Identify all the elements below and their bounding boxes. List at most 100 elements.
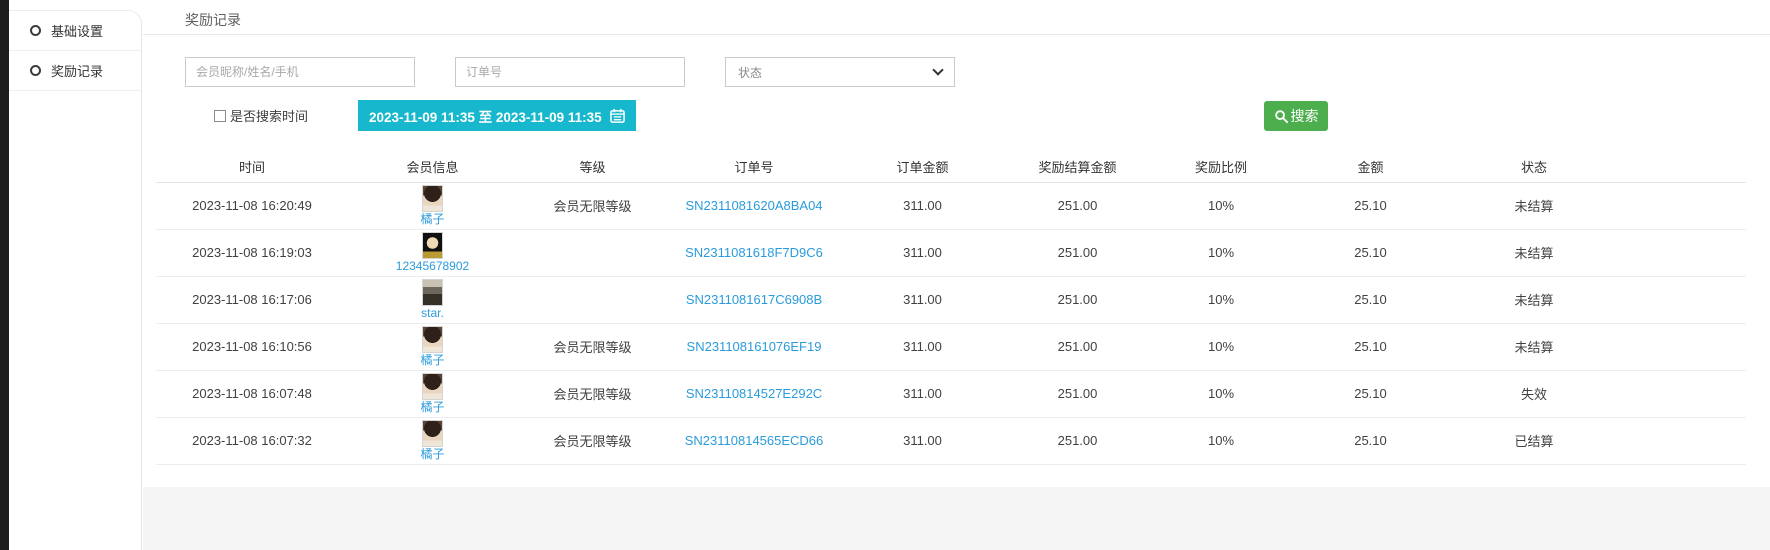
member-info: 橘子 — [348, 326, 517, 367]
cell-status: 未结算 — [1449, 229, 1619, 276]
avatar[interactable] — [422, 326, 443, 353]
cell-reward-ratio: 10% — [1150, 370, 1292, 417]
spacer-cell — [1619, 417, 1746, 464]
cell-reward-ratio: 10% — [1150, 229, 1292, 276]
cell-reward-ratio: 10% — [1150, 182, 1292, 229]
avatar[interactable] — [422, 279, 443, 306]
member-name-link[interactable]: star. — [421, 307, 444, 320]
cell-time: 2023-11-08 16:07:48 — [156, 370, 348, 417]
cell-order-amount: 311.00 — [840, 370, 1005, 417]
table-row: 2023-11-08 16:20:49橘子会员无限等级SN2311081620A… — [156, 182, 1746, 229]
cell-amount: 25.10 — [1292, 229, 1449, 276]
cell-status: 未结算 — [1449, 182, 1619, 229]
cell-level: 会员无限等级 — [517, 323, 668, 370]
cell-amount: 25.10 — [1292, 417, 1449, 464]
chevron-down-icon — [932, 64, 943, 75]
cell-amount: 25.10 — [1292, 182, 1449, 229]
member-name-link[interactable]: 12345678902 — [396, 260, 469, 273]
order-no-link[interactable]: SN231108161076EF19 — [687, 339, 822, 354]
cell-level: 会员无限等级 — [517, 182, 668, 229]
avatar[interactable] — [422, 232, 443, 259]
date-range-button[interactable]: 2023-11-09 11:35 至 2023-11-09 11:35 — [358, 100, 636, 131]
search-icon — [1274, 109, 1289, 124]
spacer-cell — [1619, 323, 1746, 370]
left-accent-strip — [0, 0, 9, 550]
cell-reward-ratio: 10% — [1150, 323, 1292, 370]
page: 基础设置 奖励记录 奖励记录 状态 是否搜索时间 2023-11-09 11:3… — [0, 0, 1770, 550]
cell-level: 会员无限等级 — [517, 370, 668, 417]
member-info: 橘子 — [348, 420, 517, 461]
status-select-value: 状态 — [738, 64, 762, 81]
column-header: 等级 — [517, 152, 668, 182]
cell-member: star. — [348, 276, 517, 323]
avatar[interactable] — [422, 420, 443, 447]
column-header: 订单号 — [668, 152, 840, 182]
order-no-link[interactable]: SN23110814565ECD66 — [685, 433, 824, 448]
table-row: 2023-11-08 16:19:03 12345678902 SN23110816… — [156, 229, 1746, 276]
cell-order-no: SN23110814527E292C — [668, 370, 840, 417]
member-name-link[interactable]: 橘子 — [420, 213, 444, 226]
avatar[interactable] — [422, 185, 443, 212]
radio-circle-icon — [30, 25, 41, 36]
cell-order-amount: 311.00 — [840, 182, 1005, 229]
search-button-label: 搜索 — [1291, 106, 1319, 126]
cell-reward-settle-amount: 251.00 — [1005, 229, 1150, 276]
order-no-link[interactable]: SN2311081618F7D9C6 — [685, 245, 823, 260]
column-header: 奖励比例 — [1150, 152, 1292, 182]
table-row: 2023-11-08 16:10:56 橘子 会员无限等级 SN23110816107… — [156, 323, 1746, 370]
spacer-cell — [1619, 182, 1746, 229]
member-name-link[interactable]: 橘子 — [420, 448, 444, 461]
date-range-text: 2023-11-09 11:35 至 2023-11-09 11:35 — [369, 106, 602, 126]
order-no-link[interactable]: SN2311081620A8BA04 — [685, 198, 822, 213]
cell-level: 会员无限等级 — [517, 417, 668, 464]
order-no-link[interactable]: SN2311081617C6908B — [686, 292, 822, 307]
cell-reward-settle-amount: 251.00 — [1005, 370, 1150, 417]
avatar[interactable] — [422, 373, 443, 400]
spacer-cell — [1619, 229, 1746, 276]
search-time-checkbox[interactable] — [214, 110, 226, 122]
cell-order-amount: 311.00 — [840, 229, 1005, 276]
cell-time: 2023-11-08 16:10:56 — [156, 323, 348, 370]
search-time-toggle[interactable]: 是否搜索时间 — [214, 106, 308, 125]
cell-member: 橘子 — [348, 417, 517, 464]
sidebar: 基础设置 奖励记录 — [9, 10, 142, 550]
bottom-background-strip — [143, 487, 1770, 550]
cell-order-no: SN2311081620A8BA04 — [668, 182, 840, 229]
sidebar-item-basic-settings[interactable]: 基础设置 — [9, 11, 141, 51]
cell-reward-settle-amount: 251.00 — [1005, 182, 1150, 229]
order-no-link[interactable]: SN23110814527E292C — [686, 386, 822, 401]
cell-status: 未结算 — [1449, 323, 1619, 370]
sidebar-item-label: 基础设置 — [51, 21, 103, 40]
column-header: 状态 — [1449, 152, 1619, 182]
member-info: 橘子 — [348, 373, 517, 414]
cell-time: 2023-11-08 16:19:03 — [156, 229, 348, 276]
cell-amount: 25.10 — [1292, 323, 1449, 370]
sidebar-item-reward-records[interactable]: 奖励记录 — [9, 51, 141, 91]
cell-member: 橘子 — [348, 323, 517, 370]
cell-reward-settle-amount: 251.00 — [1005, 417, 1150, 464]
member-info: 橘子 — [348, 185, 517, 226]
column-header: 订单金额 — [840, 152, 1005, 182]
cell-reward-settle-amount: 251.00 — [1005, 276, 1150, 323]
cell-reward-ratio: 10% — [1150, 417, 1292, 464]
filter-row-2: 是否搜索时间 2023-11-09 11:35 至 2023-11-09 11:… — [143, 100, 1770, 132]
cell-order-amount: 311.00 — [840, 323, 1005, 370]
main-content: 奖励记录 状态 是否搜索时间 2023-11-09 11:35 至 2023-1… — [143, 10, 1770, 487]
cell-status: 未结算 — [1449, 276, 1619, 323]
table-row: 2023-11-08 16:07:32橘子会员无限等级SN23110814565… — [156, 417, 1746, 464]
column-header: 奖励结算金额 — [1005, 152, 1150, 182]
search-button[interactable]: 搜索 — [1264, 101, 1328, 131]
member-search-input[interactable] — [185, 57, 415, 87]
member-info: 12345678902 — [348, 232, 517, 273]
cell-member: 12345678902 — [348, 229, 517, 276]
cell-reward-settle-amount: 251.00 — [1005, 323, 1150, 370]
order-no-search-input[interactable] — [455, 57, 685, 87]
member-name-link[interactable]: 橘子 — [420, 354, 444, 367]
filter-row: 状态 — [185, 57, 1770, 87]
cell-level — [517, 229, 668, 276]
member-name-link[interactable]: 橘子 — [420, 401, 444, 414]
status-select[interactable]: 状态 — [725, 57, 955, 87]
spacer-column — [1619, 152, 1746, 182]
spacer-cell — [1619, 276, 1746, 323]
sidebar-item-label: 奖励记录 — [51, 61, 103, 80]
